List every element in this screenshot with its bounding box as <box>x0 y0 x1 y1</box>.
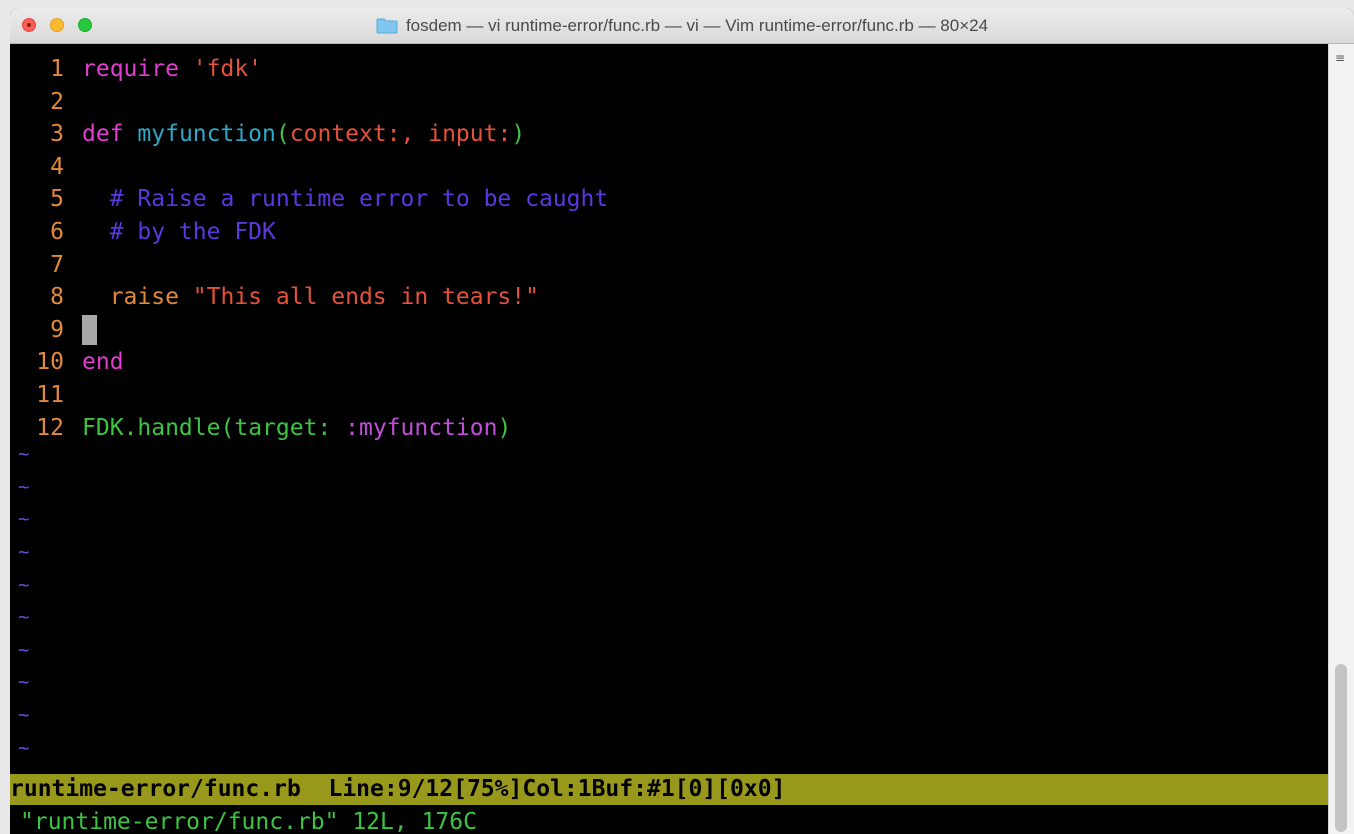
empty-line-tilde: ~ <box>18 573 30 596</box>
vim-editor-area[interactable]: runtime-error/func.rb Line:9/12[75%]Col:… <box>10 44 1328 834</box>
code-line[interactable]: 5 # Raise a runtime error to be caught <box>10 183 608 216</box>
code-token: ) <box>497 414 512 441</box>
code-token: ( <box>220 414 235 441</box>
code-token: # Raise a runtime error to be caught <box>82 186 609 213</box>
scrollbar[interactable]: ≡ <box>1328 44 1354 834</box>
code-token: FDK.handle <box>82 414 221 441</box>
line-number: 6 <box>50 219 64 245</box>
code-token: , <box>400 121 429 148</box>
empty-line-tilde: ~ <box>18 541 30 563</box>
code-line[interactable]: 3 def myfunction(context:, input:) <box>10 118 525 151</box>
code-token: input: <box>428 121 512 148</box>
scrollbar-thumb[interactable] <box>1335 664 1347 832</box>
empty-line-tilde: ~ <box>18 704 30 726</box>
title-bar[interactable]: fosdem — vi runtime-error/func.rb — vi —… <box>10 8 1354 44</box>
text-cursor <box>82 314 97 345</box>
code-line[interactable]: 6 # by the FDK <box>10 216 276 249</box>
code-token: def <box>82 121 124 148</box>
code-line[interactable]: 8 raise "This all ends in tears!" <box>10 281 539 314</box>
code-token: 'fdk' <box>192 56 263 82</box>
code-line[interactable]: 2 <box>10 86 82 119</box>
code-token: "This all ends in tears!" <box>192 284 539 311</box>
empty-line-tilde: ~ <box>18 671 30 694</box>
empty-line-tilde: ~ <box>18 606 30 629</box>
line-number: 5 <box>50 186 64 213</box>
scroll-menu-icon[interactable]: ≡ <box>1335 52 1346 64</box>
line-number: 11 <box>36 382 64 408</box>
code-line[interactable]: 9 <box>10 314 97 347</box>
code-token: end <box>82 349 124 376</box>
code-token: require <box>82 56 179 82</box>
empty-line-tilde: ~ <box>18 443 30 466</box>
empty-line-tilde: ~ <box>18 736 30 759</box>
code-token: ( <box>275 121 290 148</box>
code-line[interactable]: 1 require 'fdk' <box>10 53 262 86</box>
empty-line-tilde: ~ <box>18 475 30 498</box>
line-number: 4 <box>50 153 64 180</box>
folder-icon <box>376 18 398 34</box>
code-token: :myfunction <box>345 414 498 441</box>
terminal-window: fosdem — vi runtime-error/func.rb — vi —… <box>10 8 1354 834</box>
line-number: 10 <box>36 349 64 376</box>
line-number: 8 <box>50 284 64 311</box>
code-token: target: <box>234 414 332 441</box>
code-token: context: <box>289 121 401 148</box>
code-line[interactable]: 11 <box>10 379 82 412</box>
code-line[interactable]: 7 <box>10 249 82 282</box>
line-number: 3 <box>50 121 64 148</box>
empty-line-tilde: ~ <box>18 638 30 661</box>
empty-line-tilde: ~ <box>18 508 30 531</box>
code-line[interactable]: 12 FDK.handle(target: :myfunction) <box>10 412 511 445</box>
window-title-area: fosdem — vi runtime-error/func.rb — vi —… <box>10 8 1354 44</box>
line-number: 1 <box>50 56 64 82</box>
code-token: # by the FDK <box>82 219 276 245</box>
vim-message-line: "runtime-error/func.rb" 12L, 176C <box>20 809 477 834</box>
code-token: ) <box>511 121 526 148</box>
line-number: 2 <box>50 88 64 115</box>
line-number: 7 <box>50 251 64 278</box>
window-title: fosdem — vi runtime-error/func.rb — vi —… <box>405 16 989 35</box>
code-token: raise <box>82 284 179 311</box>
code-line[interactable]: 10 end <box>10 346 124 379</box>
code-token: myfunction <box>137 121 276 148</box>
code-line[interactable]: 4 <box>10 151 82 184</box>
vim-status-line: runtime-error/func.rb Line:9/12[75%]Col:… <box>10 774 1328 805</box>
line-number: 9 <box>50 316 64 343</box>
